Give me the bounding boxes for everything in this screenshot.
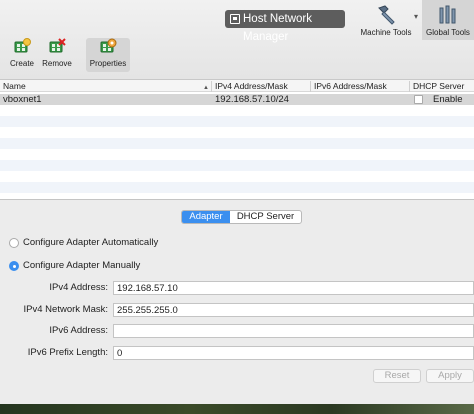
host-network-table[interactable]: Name ▲ IPv4 Address/Mask IPv6 Address/Ma… (0, 80, 474, 199)
global-tools-button[interactable]: Global Tools (422, 0, 474, 40)
properties-button[interactable]: Properties (86, 38, 130, 72)
table-row-empty (0, 138, 474, 149)
column-header-ipv4[interactable]: IPv4 Address/Mask (212, 81, 311, 92)
tab-adapter[interactable]: Adapter (182, 211, 230, 223)
machine-tools-label: Machine Tools (360, 28, 412, 37)
remove-network-icon (48, 38, 66, 56)
row-ipv4: 192.168.57.10/24 (215, 94, 289, 105)
column-header-ipv6[interactable]: IPv6 Address/Mask (311, 81, 410, 92)
global-tools-icon (437, 4, 459, 26)
column-header-dhcp[interactable]: DHCP Server (410, 81, 474, 92)
hammer-icon (375, 4, 397, 26)
global-tools-label: Global Tools (426, 28, 470, 37)
ipv6-prefix-label: IPv6 Prefix Length: (27, 347, 108, 358)
remove-button-label: Remove (42, 59, 72, 68)
details-pane: Adapter DHCP Server Configure Adapter Au… (0, 200, 474, 414)
remove-button[interactable]: Remove (37, 38, 77, 72)
window-title-text: Host Network Manager (243, 13, 313, 43)
table-row-empty (0, 160, 474, 171)
reset-button[interactable]: Reset (373, 369, 421, 383)
desktop-background-strip (0, 404, 474, 414)
ipv6-address-label: IPv6 Address: (49, 325, 108, 336)
window-title: Host Network Manager (225, 10, 345, 43)
ipv4-mask-field[interactable] (113, 303, 474, 317)
ipv6-prefix-field[interactable] (113, 346, 474, 360)
ipv4-address-label: IPv4 Address: (49, 282, 108, 293)
configure-auto-label: Configure Adapter Automatically (23, 237, 159, 248)
create-button[interactable]: Create (2, 38, 42, 72)
machine-tools-button[interactable]: Machine Tools (358, 0, 414, 40)
dhcp-enable-label: Enable (433, 94, 463, 105)
ipv6-address-field[interactable] (113, 324, 474, 338)
column-header-name[interactable]: Name ▲ (0, 81, 212, 92)
table-row-empty (0, 116, 474, 127)
sort-ascending-icon: ▲ (203, 85, 209, 91)
dhcp-enable-checkbox[interactable] (414, 95, 423, 104)
configure-manual-radio[interactable] (9, 261, 19, 271)
properties-button-label: Properties (89, 59, 127, 68)
ipv4-mask-label: IPv4 Network Mask: (23, 304, 108, 315)
properties-icon (99, 38, 117, 56)
configure-auto-radio[interactable] (9, 238, 19, 248)
create-network-icon (13, 38, 31, 56)
machine-tools-chevron-icon[interactable]: ▾ (414, 12, 420, 32)
table-row-empty (0, 182, 474, 193)
details-tabbar: Adapter DHCP Server (181, 210, 302, 224)
host-network-icon (230, 14, 240, 24)
create-button-label: Create (9, 59, 34, 68)
row-name: vboxnet1 (3, 94, 42, 105)
configure-manual-label: Configure Adapter Manually (23, 260, 141, 271)
ipv4-address-field[interactable] (113, 281, 474, 295)
apply-button[interactable]: Apply (426, 369, 474, 383)
toolbar: Host Network Manager Create Remove Prope… (0, 0, 474, 80)
table-row[interactable]: vboxnet1 192.168.57.10/24 Enable (0, 94, 474, 105)
tab-dhcp-server[interactable]: DHCP Server (230, 211, 301, 223)
table-header: Name ▲ IPv4 Address/Mask IPv6 Address/Ma… (0, 80, 474, 92)
